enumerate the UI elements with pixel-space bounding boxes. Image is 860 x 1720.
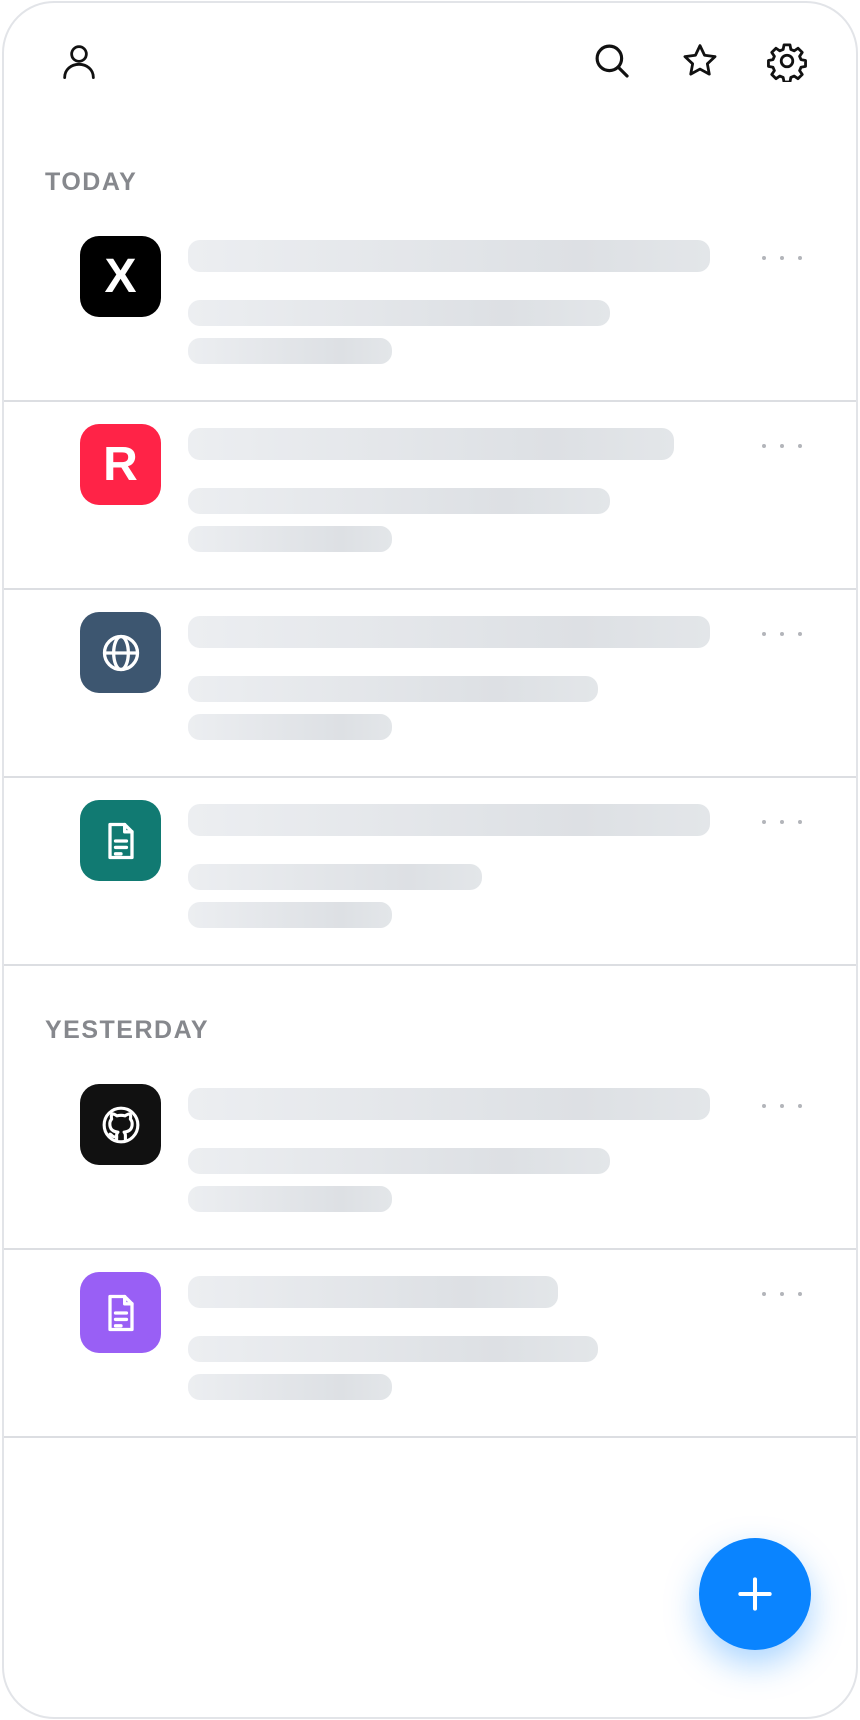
list-item[interactable]: X — [4, 214, 856, 402]
list-item[interactable] — [4, 1062, 856, 1250]
github-icon — [80, 1084, 161, 1165]
skeleton-title — [188, 616, 710, 648]
person-icon — [63, 45, 95, 80]
profile-button[interactable] — [49, 31, 109, 91]
list-item[interactable] — [4, 590, 856, 778]
list-item[interactable]: R — [4, 402, 856, 590]
globe-icon — [80, 612, 161, 693]
plus-icon — [738, 1577, 772, 1611]
skeleton-title — [188, 240, 710, 272]
skeleton-title — [188, 428, 674, 460]
more-options-icon[interactable] — [762, 812, 802, 832]
top-bar — [4, 3, 856, 123]
skeleton-line — [188, 338, 392, 364]
skeleton-line — [188, 526, 392, 552]
more-options-icon[interactable] — [762, 248, 802, 268]
skeleton-line — [188, 1186, 392, 1212]
more-options-icon[interactable] — [762, 1096, 802, 1116]
skeleton-line — [188, 902, 392, 928]
skeleton-line — [188, 488, 610, 514]
skeleton-line — [188, 300, 610, 326]
app-screen: TODAY X R YESTERDAY — [2, 1, 858, 1719]
document-icon — [80, 800, 161, 881]
skeleton-line — [188, 1374, 392, 1400]
more-options-icon[interactable] — [762, 624, 802, 644]
section-label-yesterday: YESTERDAY — [45, 1016, 210, 1044]
gear-icon — [767, 43, 807, 82]
list-item[interactable] — [4, 1250, 856, 1438]
settings-button[interactable] — [757, 31, 817, 91]
r-logo-icon: R — [80, 424, 161, 505]
star-icon — [683, 44, 717, 76]
skeleton-line — [188, 714, 392, 740]
skeleton-line — [188, 864, 482, 890]
more-options-icon[interactable] — [762, 436, 802, 456]
search-icon — [595, 44, 629, 78]
skeleton-line — [188, 1148, 610, 1174]
more-options-icon[interactable] — [762, 1284, 802, 1304]
favorites-button[interactable] — [670, 31, 730, 91]
skeleton-line — [188, 1336, 598, 1362]
skeleton-line — [188, 676, 598, 702]
skeleton-title — [188, 1276, 558, 1308]
skeleton-title — [188, 804, 710, 836]
search-button[interactable] — [582, 31, 642, 91]
section-label-today: TODAY — [45, 168, 138, 196]
add-button[interactable] — [699, 1538, 811, 1650]
x-logo-icon: X — [80, 236, 161, 317]
skeleton-title — [188, 1088, 710, 1120]
document-icon — [80, 1272, 161, 1353]
list-item[interactable] — [4, 778, 856, 966]
